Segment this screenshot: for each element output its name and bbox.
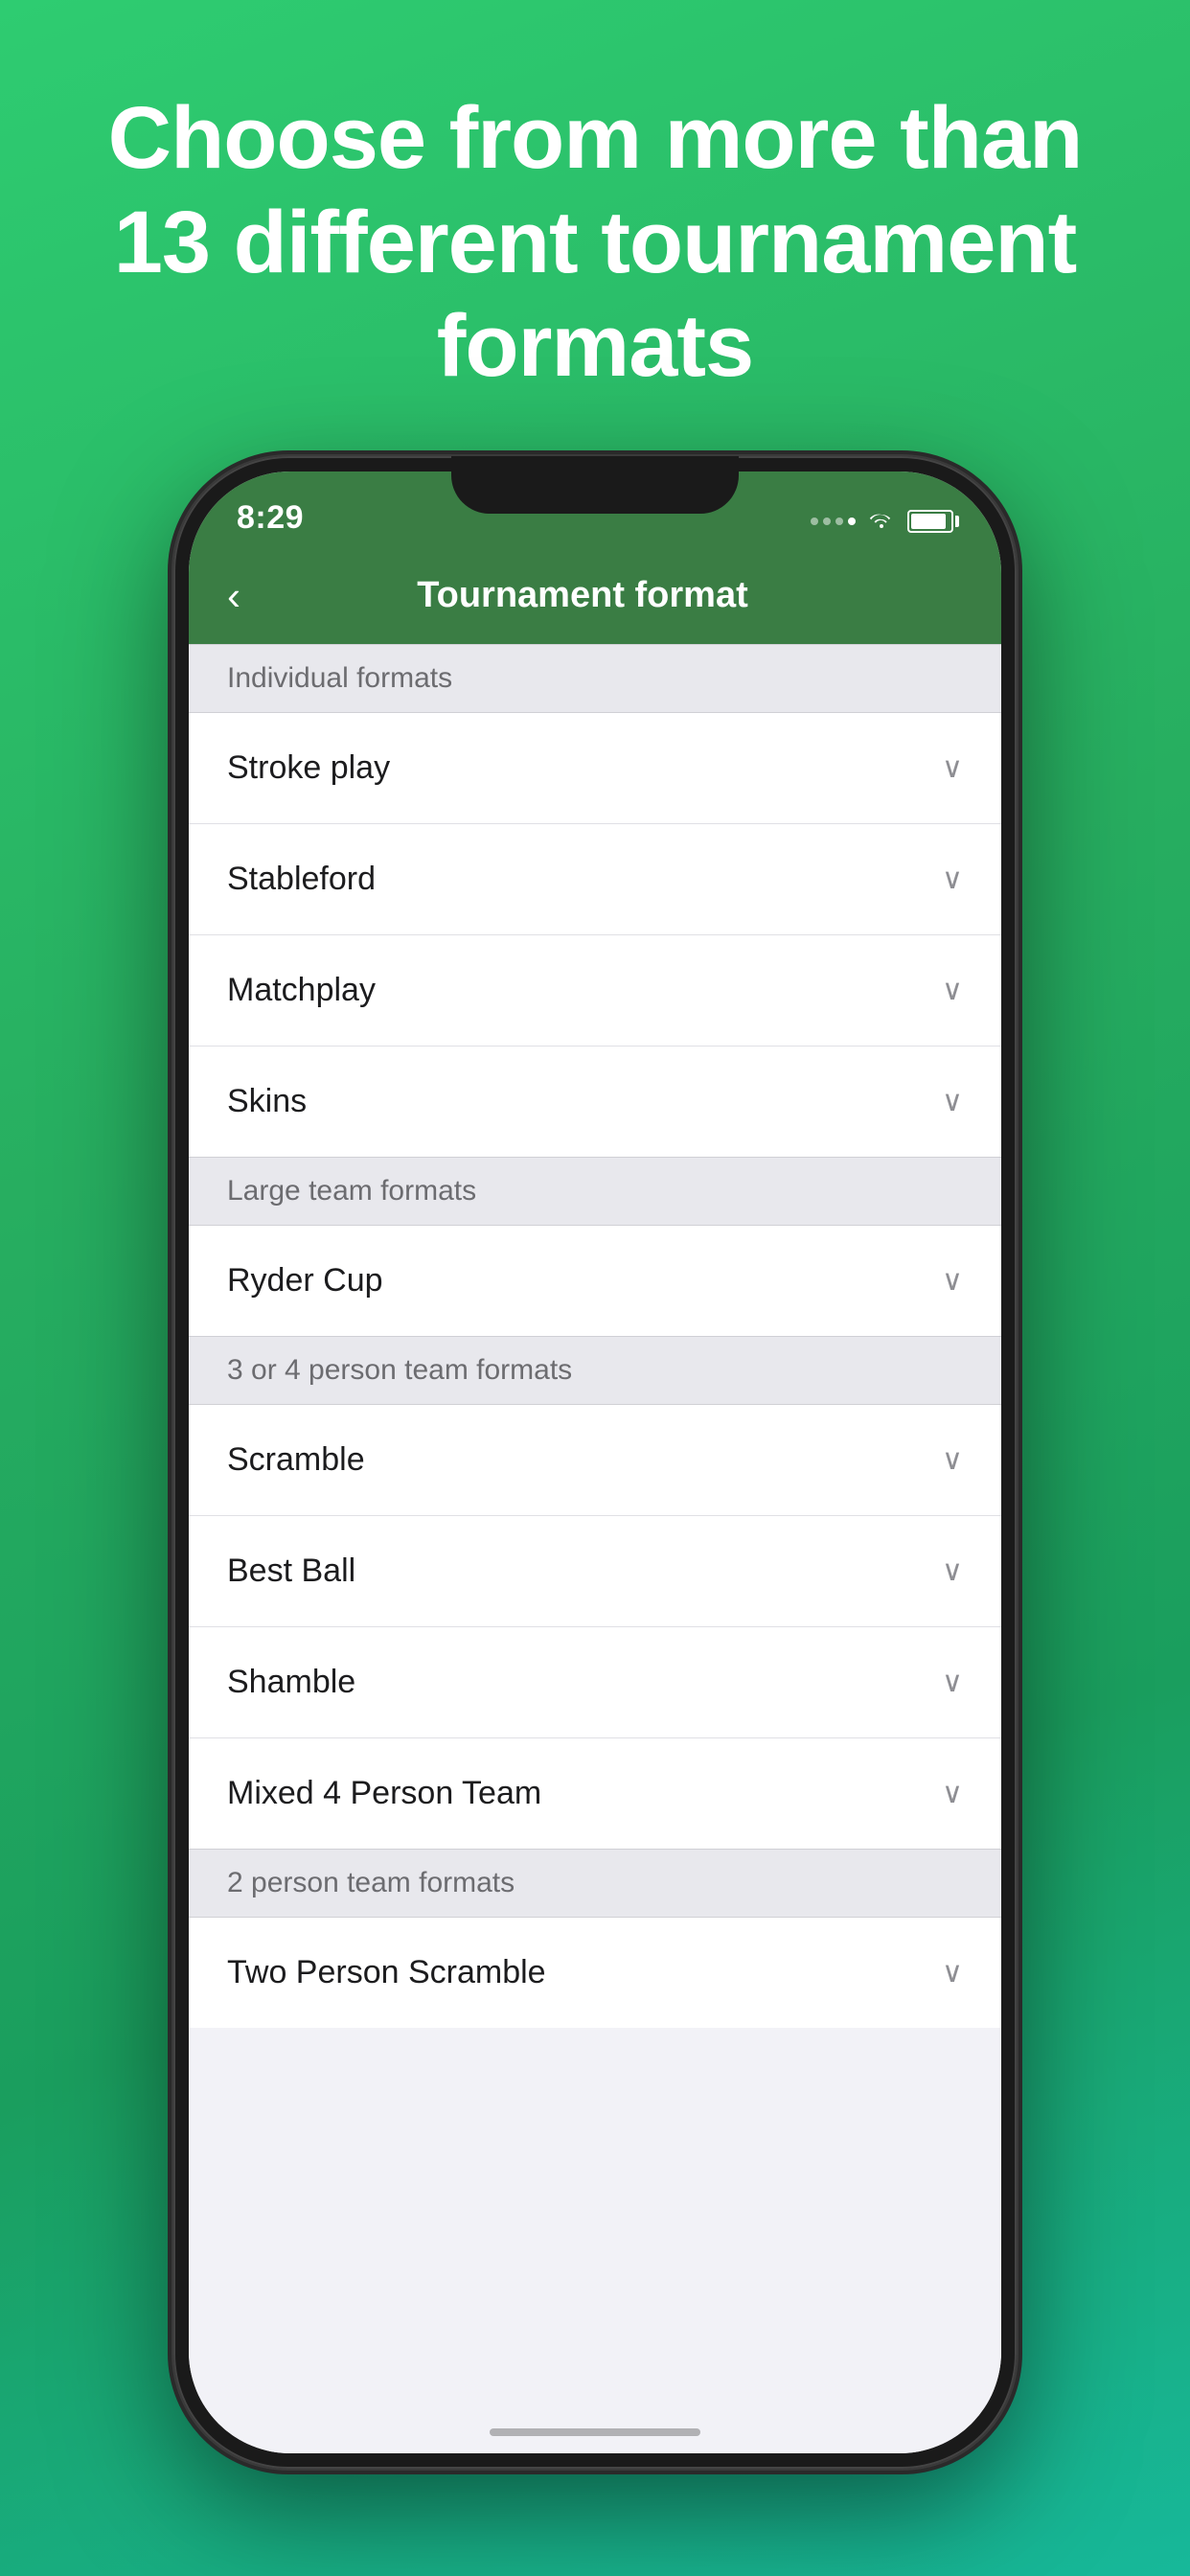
list-item-matchplay[interactable]: Matchplay ∨ xyxy=(189,935,1001,1046)
list-item-label-stroke-play: Stroke play xyxy=(227,749,390,787)
phone-notch xyxy=(451,456,739,514)
battery-fill xyxy=(911,514,946,529)
chevron-down-icon-skins: ∨ xyxy=(942,1085,963,1118)
section-header-3or4-team: 3 or 4 person team formats xyxy=(189,1336,1001,1405)
large-team-formats-group: Ryder Cup ∨ xyxy=(189,1226,1001,1336)
chevron-down-icon-two-person-scramble: ∨ xyxy=(942,1956,963,1990)
list-item-label-shamble: Shamble xyxy=(227,1664,355,1701)
chevron-down-icon-mixed-4-person-team: ∨ xyxy=(942,1777,963,1810)
list-item-skins[interactable]: Skins ∨ xyxy=(189,1046,1001,1157)
status-icons xyxy=(811,506,953,537)
chevron-down-icon-matchplay: ∨ xyxy=(942,974,963,1007)
list-item-label-scramble: Scramble xyxy=(227,1441,365,1479)
back-button[interactable]: ‹ xyxy=(227,576,260,616)
list-item-label-stableford: Stableford xyxy=(227,861,376,898)
signal-dot-4 xyxy=(848,518,856,525)
individual-formats-group: Stroke play ∨ Stableford ∨ Matchplay ∨ S… xyxy=(189,713,1001,1157)
battery-icon xyxy=(907,510,953,533)
list-item-label-mixed-4-person-team: Mixed 4 Person Team xyxy=(227,1775,541,1812)
chevron-down-icon-stableford: ∨ xyxy=(942,862,963,896)
chevron-down-icon-best-ball: ∨ xyxy=(942,1554,963,1588)
page-title: Tournament format xyxy=(260,575,905,616)
list-item-stableford[interactable]: Stableford ∨ xyxy=(189,824,1001,935)
list-item-label-ryder-cup: Ryder Cup xyxy=(227,1262,383,1300)
home-indicator xyxy=(490,2428,700,2436)
content-area: Individual formats Stroke play ∨ Stablef… xyxy=(189,644,1001,2453)
phone-device: 8:29 ‹ Tournam xyxy=(173,456,1017,2469)
chevron-down-icon-scramble: ∨ xyxy=(942,1443,963,1477)
3or4-team-formats-group: Scramble ∨ Best Ball ∨ Shamble ∨ Mixed 4… xyxy=(189,1405,1001,1849)
2-person-team-formats-group: Two Person Scramble ∨ xyxy=(189,1918,1001,2028)
list-item-label-two-person-scramble: Two Person Scramble xyxy=(227,1954,546,1991)
list-item-label-skins: Skins xyxy=(227,1083,307,1120)
section-label-individual: Individual formats xyxy=(227,662,452,694)
navigation-bar: ‹ Tournament format xyxy=(189,548,1001,644)
section-label-2-person-team: 2 person team formats xyxy=(227,1867,515,1898)
list-item-best-ball[interactable]: Best Ball ∨ xyxy=(189,1516,1001,1627)
list-item-stroke-play[interactable]: Stroke play ∨ xyxy=(189,713,1001,824)
status-time: 8:29 xyxy=(237,499,304,537)
wifi-icon xyxy=(867,506,896,537)
chevron-down-icon-ryder-cup: ∨ xyxy=(942,1264,963,1298)
list-item-two-person-scramble[interactable]: Two Person Scramble ∨ xyxy=(189,1918,1001,2028)
list-item-label-matchplay: Matchplay xyxy=(227,972,376,1009)
section-label-large-team: Large team formats xyxy=(227,1175,476,1207)
section-header-large-team: Large team formats xyxy=(189,1157,1001,1226)
signal-dot-2 xyxy=(823,518,831,525)
section-header-2-person-team: 2 person team formats xyxy=(189,1849,1001,1918)
section-label-3or4-team: 3 or 4 person team formats xyxy=(227,1354,572,1386)
list-item-ryder-cup[interactable]: Ryder Cup ∨ xyxy=(189,1226,1001,1336)
chevron-down-icon-stroke-play: ∨ xyxy=(942,751,963,785)
chevron-down-icon-shamble: ∨ xyxy=(942,1666,963,1699)
phone-screen: 8:29 ‹ Tournam xyxy=(189,472,1001,2453)
signal-dot-3 xyxy=(835,518,843,525)
list-item-scramble[interactable]: Scramble ∨ xyxy=(189,1405,1001,1516)
hero-title: Choose from more than 13 different tourn… xyxy=(0,0,1190,456)
section-header-individual: Individual formats xyxy=(189,644,1001,713)
hero-section: Choose from more than 13 different tourn… xyxy=(0,0,1190,456)
list-item-shamble[interactable]: Shamble ∨ xyxy=(189,1627,1001,1738)
list-item-mixed-4-person-team[interactable]: Mixed 4 Person Team ∨ xyxy=(189,1738,1001,1849)
signal-icon xyxy=(811,518,856,525)
list-item-label-best-ball: Best Ball xyxy=(227,1552,355,1590)
signal-dot-1 xyxy=(811,518,818,525)
